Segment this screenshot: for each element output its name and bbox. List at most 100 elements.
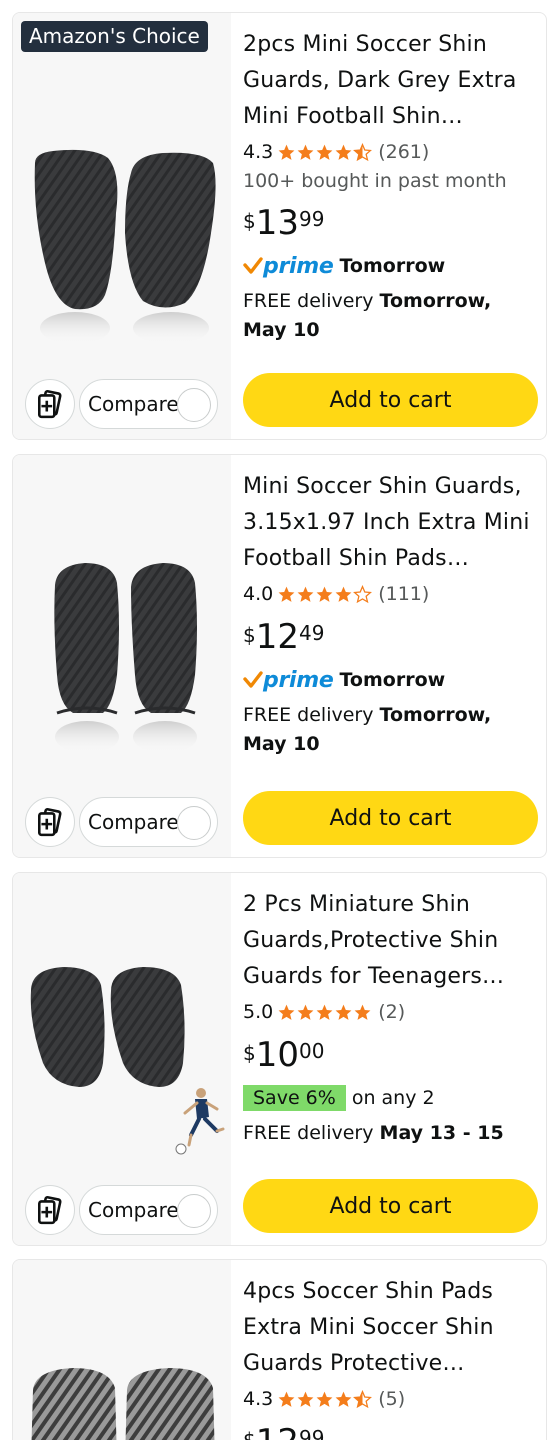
star-icon bbox=[296, 143, 315, 162]
price-symbol: $ bbox=[243, 209, 256, 233]
compare-label: Compare bbox=[88, 1198, 179, 1222]
rating-row[interactable]: 4.3 (261) bbox=[243, 137, 534, 167]
price-whole: 13 bbox=[255, 203, 299, 243]
star-icon bbox=[315, 1003, 334, 1022]
star-icon bbox=[334, 585, 353, 604]
save-condition: on any 2 bbox=[351, 1087, 435, 1109]
price-symbol: $ bbox=[243, 623, 256, 647]
soccer-player-icon bbox=[175, 1088, 225, 1155]
star-rating-icon bbox=[277, 585, 372, 604]
save-badge: Save 6% bbox=[243, 1085, 346, 1111]
delivery-info: FREE delivery Tomorrow, May 10 bbox=[243, 701, 534, 759]
prime-delivery-day: Tomorrow bbox=[339, 669, 446, 691]
star-icon bbox=[334, 1003, 353, 1022]
price-fraction: 99 bbox=[299, 207, 325, 231]
star-icon bbox=[277, 143, 296, 162]
price: $ 10 00 bbox=[243, 1033, 534, 1079]
product-title[interactable]: 2 Pcs Miniature Shin Guards,Protective S… bbox=[243, 887, 534, 995]
prime-check-icon bbox=[243, 670, 263, 690]
compare-add-button[interactable] bbox=[25, 797, 75, 847]
star-empty-icon bbox=[353, 585, 372, 604]
prime-logo: prime bbox=[263, 667, 334, 693]
product-title[interactable]: 2pcs Mini Soccer Shin Guards, Dark Grey … bbox=[243, 27, 534, 135]
compare-label: Compare bbox=[88, 392, 179, 416]
star-rating-icon bbox=[277, 143, 372, 162]
bought-in-past-month: 100+ bought in past month bbox=[243, 170, 507, 192]
star-rating-icon bbox=[277, 1003, 372, 1022]
review-count: (111) bbox=[378, 583, 430, 605]
price-fraction: 49 bbox=[299, 621, 325, 645]
amazons-choice-badge: Amazon's Choice bbox=[21, 21, 208, 52]
star-icon bbox=[277, 1390, 296, 1409]
prime-logo: prime bbox=[263, 253, 334, 279]
rating-value: 4.3 bbox=[243, 141, 274, 163]
product-image[interactable] bbox=[13, 455, 231, 785]
price: $ 12 49 bbox=[243, 615, 534, 661]
product-card[interactable]: Compare 2 Pcs Miniature Shin Guards,Prot… bbox=[12, 872, 547, 1246]
add-to-cart-button[interactable]: Add to cart bbox=[243, 1179, 538, 1233]
compare-add-button[interactable] bbox=[25, 379, 75, 429]
delivery-prefix: FREE delivery bbox=[243, 1122, 380, 1144]
star-icon bbox=[296, 585, 315, 604]
compare-icon bbox=[35, 807, 65, 837]
compare-toggle[interactable]: Compare bbox=[79, 379, 218, 429]
delivery-date: May 13 - 15 bbox=[379, 1122, 504, 1144]
price: $ 13 99 bbox=[243, 201, 534, 247]
rating-row[interactable]: 4.0 (111) bbox=[243, 579, 534, 609]
compare-radio[interactable] bbox=[177, 806, 211, 840]
star-half-icon bbox=[353, 143, 372, 162]
star-half-icon bbox=[353, 1390, 372, 1409]
star-icon bbox=[334, 1390, 353, 1409]
star-icon bbox=[353, 1003, 372, 1022]
star-icon bbox=[296, 1390, 315, 1409]
compare-radio[interactable] bbox=[177, 388, 211, 422]
star-icon bbox=[315, 585, 334, 604]
product-card[interactable]: Amazon's Choice Compare 2pcs Mini Soccer… bbox=[12, 12, 547, 440]
review-count: (5) bbox=[378, 1388, 406, 1410]
product-title[interactable]: 4pcs Soccer Shin Pads Extra Mini Soccer … bbox=[243, 1274, 534, 1382]
compare-icon bbox=[35, 1195, 65, 1225]
rating-value: 5.0 bbox=[243, 1001, 274, 1023]
product-image[interactable] bbox=[13, 873, 231, 1173]
product-image[interactable] bbox=[13, 13, 231, 373]
price-symbol: $ bbox=[243, 1428, 256, 1440]
rating-value: 4.3 bbox=[243, 1388, 274, 1410]
star-rating-icon bbox=[277, 1390, 372, 1409]
product-image[interactable] bbox=[13, 1260, 231, 1440]
compare-toggle[interactable]: Compare bbox=[79, 797, 218, 847]
product-title[interactable]: Mini Soccer Shin Guards, 3.15x1.97 Inch … bbox=[243, 469, 534, 577]
save-row: Save 6% on any 2 bbox=[243, 1081, 534, 1115]
compare-label: Compare bbox=[88, 810, 179, 834]
add-to-cart-button[interactable]: Add to cart bbox=[243, 791, 538, 845]
star-icon bbox=[277, 1003, 296, 1022]
prime-delivery-day: Tomorrow bbox=[339, 255, 446, 277]
price-fraction: 99 bbox=[299, 1426, 325, 1440]
delivery-info: FREE delivery May 13 - 15 bbox=[243, 1119, 534, 1148]
price: $ 12 99 bbox=[243, 1420, 534, 1440]
compare-radio[interactable] bbox=[177, 1194, 211, 1228]
product-image-panel[interactable] bbox=[13, 1260, 231, 1440]
compare-toggle[interactable]: Compare bbox=[79, 1185, 218, 1235]
compare-add-button[interactable] bbox=[25, 1185, 75, 1235]
star-icon bbox=[315, 143, 334, 162]
review-count: (261) bbox=[378, 141, 430, 163]
prime-row: prime Tomorrow bbox=[243, 249, 534, 283]
rating-row[interactable]: 5.0 (2) bbox=[243, 997, 534, 1027]
review-count: (2) bbox=[378, 1001, 406, 1023]
price-symbol: $ bbox=[243, 1041, 256, 1065]
product-image-panel[interactable] bbox=[13, 13, 231, 439]
price-whole: 12 bbox=[255, 617, 299, 657]
delivery-prefix: FREE delivery bbox=[243, 290, 380, 312]
price-fraction: 00 bbox=[299, 1039, 325, 1063]
prime-check-icon bbox=[243, 256, 263, 276]
price-whole: 10 bbox=[255, 1035, 299, 1075]
delivery-info: FREE delivery Tomorrow, May 10 bbox=[243, 287, 534, 345]
add-to-cart-button[interactable]: Add to cart bbox=[243, 373, 538, 427]
prime-row: prime Tomorrow bbox=[243, 663, 534, 697]
product-card[interactable]: Compare Mini Soccer Shin Guards, 3.15x1.… bbox=[12, 454, 547, 858]
star-icon bbox=[277, 585, 296, 604]
product-card[interactable]: 4pcs Soccer Shin Pads Extra Mini Soccer … bbox=[12, 1259, 547, 1440]
delivery-prefix: FREE delivery bbox=[243, 704, 380, 726]
rating-row[interactable]: 4.3 (5) bbox=[243, 1384, 534, 1414]
star-icon bbox=[315, 1390, 334, 1409]
